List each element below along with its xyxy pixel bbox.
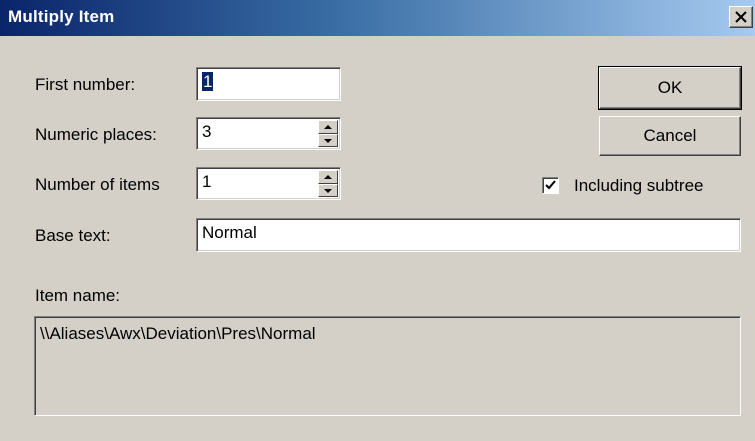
item-name-label: Item name: (35, 286, 121, 305)
chevron-down-icon (324, 138, 332, 143)
chevron-down-icon (324, 188, 332, 193)
number-of-items-up-button[interactable] (318, 170, 338, 184)
numeric-places-value: 3 (202, 122, 212, 141)
chevron-up-icon (324, 125, 332, 129)
numeric-places-stepper[interactable]: 3 (196, 117, 341, 150)
number-of-items-label: Number of items (35, 175, 160, 194)
multiply-item-dialog: Multiply Item First number: 1 Numeric pl… (0, 0, 755, 441)
number-of-items-stepper[interactable]: 1 (196, 167, 341, 200)
including-subtree-checkbox[interactable] (542, 177, 559, 194)
first-number-label: First number: (35, 75, 136, 94)
close-icon (735, 11, 747, 23)
base-text-field[interactable]: Normal (196, 218, 741, 252)
including-subtree-label[interactable]: Including subtree (574, 176, 703, 196)
window-title: Multiply Item (8, 7, 115, 26)
ok-button[interactable]: OK (598, 66, 742, 110)
cancel-button[interactable]: Cancel (599, 116, 741, 156)
item-name-display: \\Aliases\Awx\Deviation\Pres\Normal (34, 316, 741, 416)
cancel-button-label: Cancel (643, 126, 697, 145)
numeric-places-up-button[interactable] (318, 120, 338, 134)
title-bar[interactable]: Multiply Item (0, 0, 755, 36)
number-of-items-down-button[interactable] (318, 183, 338, 197)
number-of-items-spin (318, 170, 338, 197)
check-icon (545, 180, 556, 190)
numeric-places-down-button[interactable] (318, 133, 338, 147)
numeric-places-label: Numeric places: (35, 125, 157, 144)
chevron-up-icon (324, 175, 332, 179)
numeric-places-spin (318, 120, 338, 147)
ok-button-label: OK (657, 78, 683, 97)
base-text-label: Base text: (35, 226, 111, 245)
item-name-value: \\Aliases\Awx\Deviation\Pres\Normal (40, 324, 316, 343)
number-of-items-value: 1 (202, 172, 212, 191)
close-button[interactable] (729, 6, 753, 28)
first-number-value: 1 (202, 72, 214, 91)
first-number-field[interactable]: 1 (196, 67, 341, 101)
base-text-value: Normal (202, 223, 257, 242)
